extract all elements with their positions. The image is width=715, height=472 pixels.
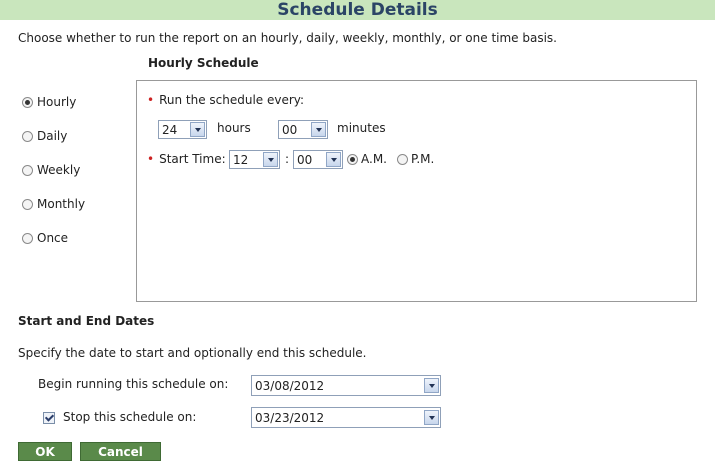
start-hour-value: 12 xyxy=(233,152,249,167)
chevron-down-icon[interactable] xyxy=(311,122,326,137)
stop-date-value: 03/23/2012 xyxy=(255,410,325,425)
chevron-down-icon[interactable] xyxy=(326,152,341,167)
frequency-description: Choose whether to run the report on an h… xyxy=(18,31,557,45)
stop-label: Stop this schedule on: xyxy=(63,410,197,424)
run-every-row: • Run the schedule every: xyxy=(147,93,304,107)
required-bullet: • xyxy=(147,152,155,166)
frequency-label: Weekly xyxy=(37,163,81,177)
radio-icon[interactable] xyxy=(347,153,358,165)
schedule-heading: Hourly Schedule xyxy=(148,56,259,70)
frequency-option-monthly[interactable]: Monthly xyxy=(22,197,85,211)
required-bullet: • xyxy=(147,93,155,107)
start-minute-value: 00 xyxy=(297,152,313,167)
radio-icon[interactable] xyxy=(22,130,33,142)
start-time-row: • Start Time: xyxy=(147,152,226,166)
hours-label: hours xyxy=(217,121,251,135)
begin-date-value: 03/08/2012 xyxy=(255,378,325,393)
dates-heading: Start and End Dates xyxy=(18,314,155,328)
chevron-down-icon[interactable] xyxy=(424,410,439,425)
begin-date-field[interactable]: 03/08/2012 xyxy=(251,375,441,396)
pm-label: P.M. xyxy=(411,152,435,166)
time-colon: : xyxy=(285,152,290,166)
hours-value: 24 xyxy=(162,122,178,137)
frequency-option-once[interactable]: Once xyxy=(22,231,68,245)
chevron-down-icon[interactable] xyxy=(424,378,439,393)
begin-label: Begin running this schedule on: xyxy=(38,377,229,391)
frequency-label: Daily xyxy=(37,129,68,143)
chevron-down-icon[interactable] xyxy=(190,122,205,137)
hourly-schedule-panel: • Run the schedule every: 24 hours 00 mi… xyxy=(136,80,697,302)
am-option[interactable]: A.M. xyxy=(347,152,387,166)
start-minute-select[interactable]: 00 xyxy=(293,150,343,169)
am-label: A.M. xyxy=(361,152,387,166)
minutes-value: 00 xyxy=(282,122,298,137)
frequency-label: Hourly xyxy=(37,95,77,109)
dates-description: Specify the date to start and optionally… xyxy=(18,346,367,360)
pm-option[interactable]: P.M. xyxy=(397,152,434,166)
cancel-button[interactable]: Cancel xyxy=(80,442,161,461)
frequency-option-weekly[interactable]: Weekly xyxy=(22,163,80,177)
page-title: Schedule Details xyxy=(0,0,715,20)
start-hour-select[interactable]: 12 xyxy=(229,150,280,169)
frequency-option-hourly[interactable]: Hourly xyxy=(22,95,76,109)
radio-icon[interactable] xyxy=(22,198,33,210)
minutes-label: minutes xyxy=(337,121,386,135)
start-time-label: Start Time: xyxy=(159,152,226,166)
run-every-label: Run the schedule every: xyxy=(159,93,305,107)
radio-icon[interactable] xyxy=(22,232,33,244)
frequency-option-daily[interactable]: Daily xyxy=(22,129,67,143)
stop-date-field[interactable]: 03/23/2012 xyxy=(251,407,441,428)
minutes-select[interactable]: 00 xyxy=(278,120,328,139)
radio-icon[interactable] xyxy=(397,153,408,165)
frequency-label: Once xyxy=(37,231,69,245)
frequency-label: Monthly xyxy=(37,197,86,211)
chevron-down-icon[interactable] xyxy=(263,152,278,167)
radio-icon[interactable] xyxy=(22,96,33,108)
hours-select[interactable]: 24 xyxy=(158,120,207,139)
stop-schedule-checkbox[interactable] xyxy=(43,412,55,424)
radio-icon[interactable] xyxy=(22,164,33,176)
ok-button[interactable]: OK xyxy=(18,442,72,461)
